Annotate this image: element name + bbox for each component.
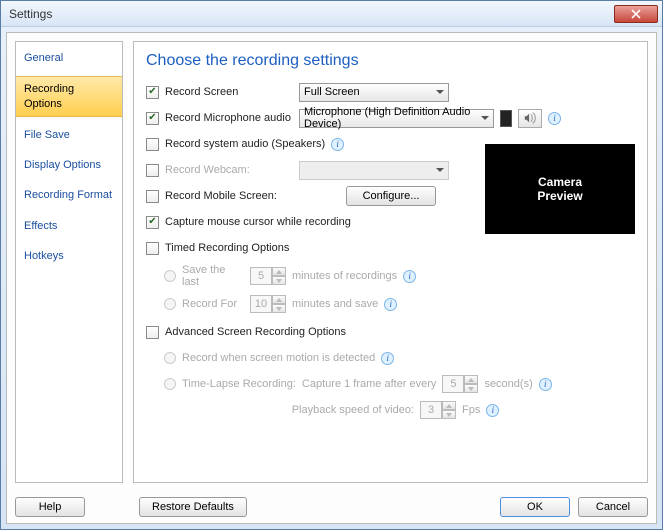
- timelapse-unit: second(s): [484, 378, 532, 390]
- playback-value: 3: [420, 401, 442, 419]
- mic-info-icon[interactable]: [548, 112, 561, 125]
- save-last-unit: minutes of recordings: [292, 270, 397, 282]
- record-for-label: Record For: [182, 298, 244, 310]
- row-motion: Record when screen motion is detected: [164, 348, 635, 368]
- cursor-label: Capture mouse cursor while recording: [165, 216, 351, 228]
- playback-unit: Fps: [462, 404, 480, 416]
- record-for-info-icon[interactable]: [384, 298, 397, 311]
- record-mic-label: Record Microphone audio: [165, 112, 293, 124]
- timed-label: Timed Recording Options: [165, 242, 289, 254]
- record-for-spinner: 10: [250, 295, 286, 313]
- help-button[interactable]: Help: [15, 497, 85, 517]
- sidebar: General Recording Options File Save Disp…: [15, 41, 123, 483]
- record-for-up: [272, 295, 286, 304]
- window-title: Settings: [9, 7, 52, 21]
- record-screen-checkbox[interactable]: [146, 86, 159, 99]
- row-playback: Playback speed of video: 3 Fps: [286, 400, 635, 420]
- page-heading: Choose the recording settings: [146, 52, 635, 70]
- save-last-down: [272, 276, 286, 285]
- client-area: General Recording Options File Save Disp…: [6, 32, 657, 524]
- ok-button[interactable]: OK: [500, 497, 570, 517]
- webcam-label: Record Webcam:: [165, 164, 293, 176]
- record-for-value: 10: [250, 295, 272, 313]
- advanced-label: Advanced Screen Recording Options: [165, 326, 346, 338]
- camera-preview-line2: Preview: [537, 189, 582, 203]
- cursor-checkbox[interactable]: [146, 216, 159, 229]
- row-record-for: Record For 10 minutes and save: [164, 294, 635, 314]
- close-icon: [631, 9, 641, 19]
- sidebar-item-recording-options[interactable]: Recording Options: [16, 76, 122, 117]
- configure-button[interactable]: Configure...: [346, 186, 436, 206]
- timelapse-value: 5: [442, 375, 464, 393]
- close-button[interactable]: [614, 5, 658, 23]
- save-last-radio: [164, 270, 176, 282]
- webcam-select: [299, 161, 449, 180]
- playback-spinner: 3: [420, 401, 456, 419]
- timelapse-prefix: Capture 1 frame after every: [302, 378, 437, 390]
- timed-checkbox[interactable]: [146, 242, 159, 255]
- sys-audio-label: Record system audio (Speakers): [165, 138, 325, 150]
- timelapse-down: [464, 384, 478, 393]
- webcam-checkbox[interactable]: [146, 164, 159, 177]
- row-record-screen: Record Screen Full Screen: [146, 82, 635, 102]
- sidebar-item-file-save[interactable]: File Save: [16, 123, 122, 147]
- camera-preview: Camera Preview: [485, 144, 635, 234]
- record-mic-checkbox[interactable]: [146, 112, 159, 125]
- settings-window: Settings General Recording Options File …: [0, 0, 663, 530]
- mobile-checkbox[interactable]: [146, 190, 159, 203]
- playback-down: [442, 410, 456, 419]
- sidebar-item-hotkeys[interactable]: Hotkeys: [16, 244, 122, 268]
- timelapse-radio: [164, 378, 176, 390]
- timelapse-info-icon[interactable]: [539, 378, 552, 391]
- record-for-down: [272, 304, 286, 313]
- row-timelapse: Time-Lapse Recording: Capture 1 frame af…: [164, 374, 635, 394]
- motion-info-icon[interactable]: [381, 352, 394, 365]
- advanced-checkbox[interactable]: [146, 326, 159, 339]
- content-area: General Recording Options File Save Disp…: [7, 33, 656, 491]
- record-screen-label: Record Screen: [165, 86, 293, 98]
- save-last-label: Save the last: [182, 264, 244, 288]
- mic-device-select[interactable]: Microphone (High Definition Audio Device…: [299, 109, 494, 128]
- motion-label: Record when screen motion is detected: [182, 352, 375, 364]
- cancel-button[interactable]: Cancel: [578, 497, 648, 517]
- timelapse-spinner: 5: [442, 375, 478, 393]
- sound-test-button[interactable]: [518, 109, 542, 128]
- sidebar-item-effects[interactable]: Effects: [16, 214, 122, 238]
- save-last-info-icon[interactable]: [403, 270, 416, 283]
- record-for-unit: minutes and save: [292, 298, 378, 310]
- sidebar-item-display-options[interactable]: Display Options: [16, 153, 122, 177]
- titlebar: Settings: [1, 1, 662, 27]
- mic-level-meter: [500, 110, 512, 127]
- playback-info-icon[interactable]: [486, 404, 499, 417]
- row-advanced: Advanced Screen Recording Options: [146, 322, 635, 342]
- playback-up: [442, 401, 456, 410]
- row-record-mic: Record Microphone audio Microphone (High…: [146, 108, 635, 128]
- main-panel: Choose the recording settings Record Scr…: [133, 41, 648, 483]
- motion-radio: [164, 352, 176, 364]
- sys-audio-info-icon[interactable]: [331, 138, 344, 151]
- save-last-value: 5: [250, 267, 272, 285]
- mobile-label: Record Mobile Screen:: [165, 190, 340, 202]
- footer: Help Restore Defaults OK Cancel: [7, 491, 656, 523]
- row-timed: Timed Recording Options: [146, 238, 635, 258]
- restore-defaults-button[interactable]: Restore Defaults: [139, 497, 247, 517]
- timelapse-up: [464, 375, 478, 384]
- playback-label: Playback speed of video:: [286, 404, 414, 416]
- sidebar-item-recording-format[interactable]: Recording Format: [16, 183, 122, 207]
- row-save-last: Save the last 5 minutes of recordings: [164, 264, 635, 288]
- screen-mode-select[interactable]: Full Screen: [299, 83, 449, 102]
- speaker-icon: [523, 111, 537, 125]
- record-for-radio: [164, 298, 176, 310]
- save-last-up: [272, 267, 286, 276]
- save-last-spinner: 5: [250, 267, 286, 285]
- sidebar-item-general[interactable]: General: [16, 46, 122, 70]
- sys-audio-checkbox[interactable]: [146, 138, 159, 151]
- camera-preview-line1: Camera: [538, 175, 582, 189]
- timelapse-label: Time-Lapse Recording:: [182, 378, 296, 390]
